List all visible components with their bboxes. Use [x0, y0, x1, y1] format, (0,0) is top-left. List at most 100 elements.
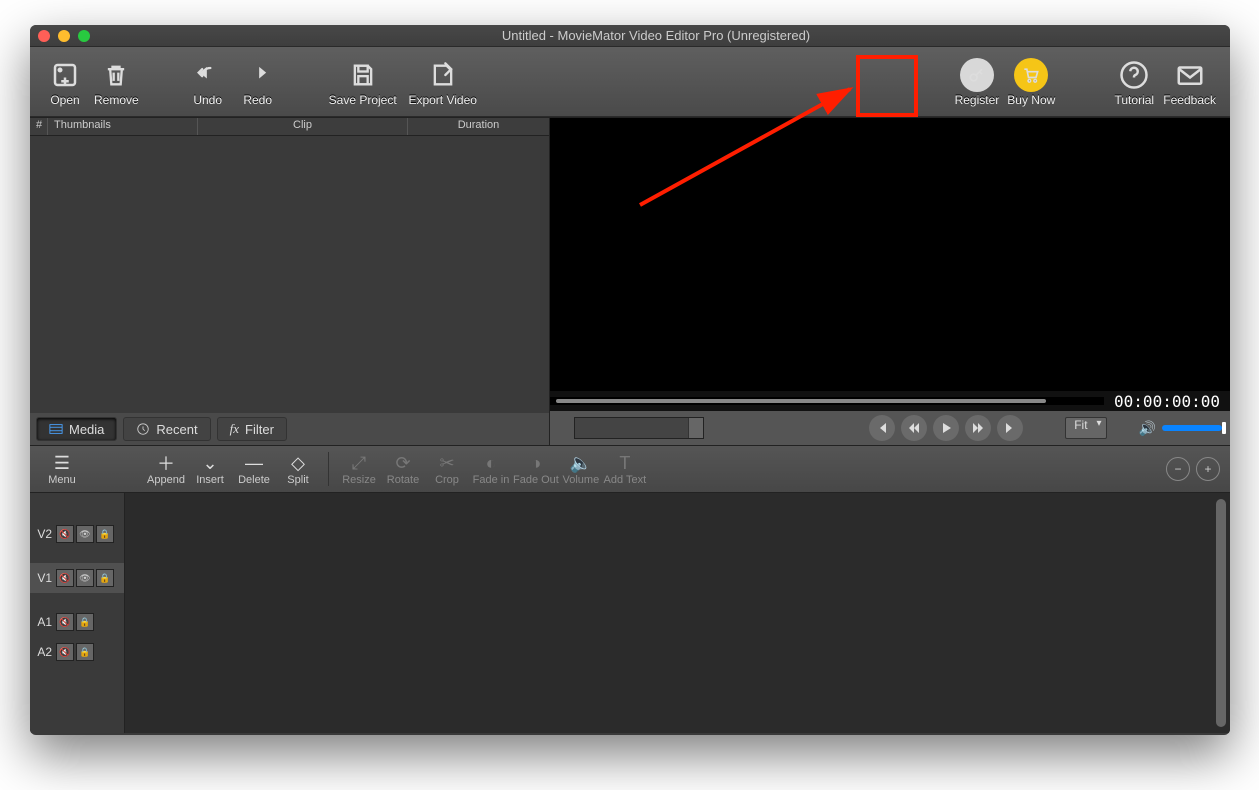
col-thumbnails[interactable]: Thumbnails: [48, 118, 198, 135]
fade-in-button[interactable]: ◐Fade in: [469, 452, 513, 486]
volume-icon[interactable]: 🔊: [1139, 420, 1156, 437]
export-video-button[interactable]: Export Video: [403, 57, 483, 107]
track-header-a1[interactable]: A1 🔇 🔒: [30, 607, 124, 637]
preview-viewport[interactable]: [550, 118, 1230, 391]
timecode-input[interactable]: [574, 417, 704, 439]
text-icon: T: [619, 452, 630, 474]
panel-tabs: Media Recent fx Filter: [30, 413, 549, 445]
media-list[interactable]: [30, 136, 549, 413]
zoom-fit-select[interactable]: Fit: [1065, 417, 1106, 439]
media-columns-header: # Thumbnails Clip Duration: [30, 118, 549, 136]
tab-recent[interactable]: Recent: [123, 417, 210, 441]
feedback-button[interactable]: Feedback: [1159, 57, 1220, 107]
app-window: Untitled - MovieMator Video Editor Pro (…: [30, 25, 1230, 735]
minus-icon: —: [245, 452, 263, 474]
trash-icon: [102, 57, 130, 93]
open-button[interactable]: Open: [40, 57, 90, 107]
help-icon: [1119, 57, 1149, 93]
zoom-window-button[interactable]: [78, 30, 90, 42]
fade-out-button[interactable]: ◑Fade Out: [513, 452, 559, 486]
lock-icon[interactable]: 🔒: [96, 569, 114, 587]
window-title: Untitled - MovieMator Video Editor Pro (…: [90, 28, 1222, 43]
middle-area: # Thumbnails Clip Duration Media Recent …: [30, 117, 1230, 445]
save-project-button[interactable]: Save Project: [323, 57, 403, 107]
mute-icon[interactable]: 🔇: [56, 525, 74, 543]
append-button[interactable]: ＋Append: [144, 452, 188, 486]
tab-recent-label: Recent: [156, 422, 197, 437]
undo-button[interactable]: Undo: [183, 57, 233, 107]
lock-icon[interactable]: 🔒: [96, 525, 114, 543]
crop-icon: ✂: [439, 452, 454, 474]
crop-button[interactable]: ✂Crop: [425, 452, 469, 486]
mute-icon[interactable]: 🔇: [56, 569, 74, 587]
save-icon: [349, 57, 377, 93]
zoom-out-button[interactable]: −: [1166, 457, 1190, 481]
export-label: Export Video: [408, 93, 477, 107]
remove-button[interactable]: Remove: [90, 57, 143, 107]
col-clip[interactable]: Clip: [198, 118, 408, 135]
col-duration[interactable]: Duration: [408, 118, 549, 135]
menu-icon: ☰: [54, 452, 70, 474]
timeline-toolbar: ☰Menu ＋Append ⌄Insert —Delete ◇Split ⤢Re…: [30, 445, 1230, 493]
mute-icon[interactable]: 🔇: [56, 643, 74, 661]
lock-icon[interactable]: 🔒: [76, 643, 94, 661]
plus-icon: ＋: [157, 452, 175, 474]
media-panel: # Thumbnails Clip Duration Media Recent …: [30, 118, 550, 445]
timeline-canvas[interactable]: [125, 493, 1230, 733]
register-button[interactable]: Register: [951, 57, 1004, 107]
skip-start-button[interactable]: [869, 415, 895, 441]
redo-icon: [244, 57, 272, 93]
rewind-button[interactable]: [901, 415, 927, 441]
clock-icon: [136, 422, 150, 436]
volume-button[interactable]: 🔈Volume: [559, 452, 603, 486]
redo-label: Redo: [243, 93, 272, 107]
mute-icon[interactable]: 🔇: [56, 613, 74, 631]
insert-button[interactable]: ⌄Insert: [188, 452, 232, 486]
play-button[interactable]: [933, 415, 959, 441]
rotate-button[interactable]: ⟳Rotate: [381, 452, 425, 486]
track-header-v2[interactable]: V2 🔇 👁 🔒: [30, 519, 124, 549]
tutorial-label: Tutorial: [1115, 93, 1155, 107]
add-text-button[interactable]: TAdd Text: [603, 452, 647, 486]
skip-end-button[interactable]: [997, 415, 1023, 441]
divider: [328, 452, 329, 486]
track-header-a2[interactable]: A2 🔇 🔒: [30, 637, 124, 667]
tutorial-button[interactable]: Tutorial: [1109, 57, 1159, 107]
key-icon: [960, 57, 994, 93]
register-label: Register: [955, 93, 1000, 107]
buy-now-label: Buy Now: [1007, 93, 1055, 107]
split-icon: ◇: [291, 452, 305, 474]
timeline-menu-button[interactable]: ☰Menu: [40, 452, 84, 486]
timecode-display: 00:00:00:00: [1104, 392, 1230, 411]
tab-filter[interactable]: fx Filter: [217, 417, 287, 441]
close-window-button[interactable]: [38, 30, 50, 42]
fast-forward-button[interactable]: [965, 415, 991, 441]
main-toolbar: Open Remove Undo Redo Save Project Expor…: [30, 47, 1230, 117]
chevron-down-icon: ⌄: [202, 452, 217, 474]
split-button[interactable]: ◇Split: [276, 452, 320, 486]
eye-icon[interactable]: 👁: [76, 525, 94, 543]
timeline-area: V2 🔇 👁 🔒 V1 🔇 👁 🔒 A1 🔇 🔒 A2 🔇 �: [30, 493, 1230, 733]
col-num[interactable]: #: [30, 118, 48, 135]
zoom-in-button[interactable]: +: [1196, 457, 1220, 481]
track-headers: V2 🔇 👁 🔒 V1 🔇 👁 🔒 A1 🔇 🔒 A2 🔇 �: [30, 493, 125, 733]
track-header-v1[interactable]: V1 🔇 👁 🔒: [30, 563, 124, 593]
buy-now-button[interactable]: Buy Now: [1003, 57, 1059, 107]
lock-icon[interactable]: 🔒: [76, 613, 94, 631]
undo-label: Undo: [193, 93, 222, 107]
undo-icon: [194, 57, 222, 93]
minimize-window-button[interactable]: [58, 30, 70, 42]
resize-button[interactable]: ⤢Resize: [337, 452, 381, 486]
eye-icon[interactable]: 👁: [76, 569, 94, 587]
scrub-bar[interactable]: [550, 397, 1104, 405]
delete-button[interactable]: —Delete: [232, 452, 276, 486]
cart-icon: [1014, 57, 1048, 93]
redo-button[interactable]: Redo: [233, 57, 283, 107]
timeline-scrollbar[interactable]: [1216, 499, 1226, 727]
speaker-icon: 🔈: [570, 452, 592, 474]
export-icon: [429, 57, 457, 93]
tab-media[interactable]: Media: [36, 417, 117, 441]
volume-slider[interactable]: [1162, 425, 1222, 431]
resize-icon: ⤢: [352, 452, 366, 474]
tab-filter-label: Filter: [245, 422, 274, 437]
